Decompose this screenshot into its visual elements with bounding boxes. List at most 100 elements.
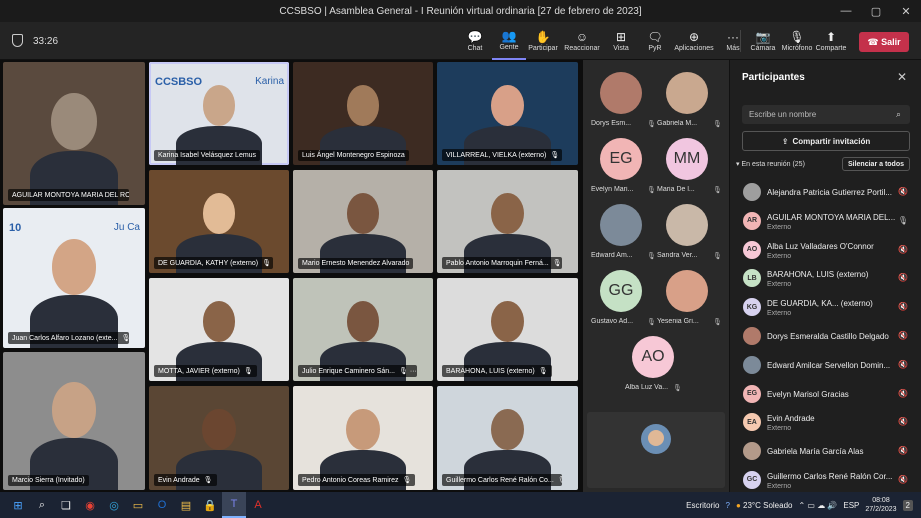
task-view-icon[interactable]: ❏ (54, 492, 78, 518)
teams-icon[interactable]: T (222, 492, 246, 518)
participant-row[interactable]: Gabriela María García Alas 🔇 (730, 437, 921, 466)
video-tile[interactable]: Julio Enrique Caminero Sán... 🎙 ··· (293, 278, 433, 381)
camera-label: Cámara (750, 45, 776, 52)
participant-row[interactable]: EG Evelyn Marisol Gracias 🔇 (730, 380, 921, 409)
edge-icon[interactable]: ◎ (102, 492, 126, 518)
video-tile[interactable]: BARAHONA, LUIS (externo) 🎙 (437, 278, 578, 381)
self-view-tile[interactable] (587, 412, 725, 488)
share-button[interactable]: ⬆ Comparte (814, 22, 848, 60)
search-icon[interactable]: ⌕ (30, 492, 54, 518)
participant-search-input[interactable] (742, 105, 910, 124)
leave-button[interactable]: ☎ Salir (859, 32, 909, 52)
mic-status-icon: 🔇 (898, 330, 908, 340)
lock-icon[interactable]: 🔒 (198, 492, 222, 518)
notification-badge[interactable]: 2 (902, 499, 913, 511)
raise-hand-button[interactable]: ✋ Participar (526, 22, 560, 60)
video-tile[interactable]: VILLARREAL, VIELKA (externo) 🎙 (437, 62, 578, 165)
meeting-tools: 💬 Chat 👥 Gente ✋ Participar ☺ Reaccionar ⊞ Vi… (458, 22, 750, 60)
desktop-label[interactable]: Escritorio (686, 501, 719, 510)
video-tile[interactable]: Guillermo Carlos René Ralón Co... 🎙 (437, 386, 578, 490)
participant-row[interactable]: Dorys Esmeralda Castillo Delgado 🔇 (730, 322, 921, 351)
participant-name: Alba Luz Valladares O'Connor (767, 241, 874, 251)
video-tile[interactable]: Mario Ernesto Menendez Alvarado (293, 170, 433, 273)
participant-avatar-tile[interactable]: Sandra Ver... 🎙 (649, 202, 729, 268)
meeting-timer: 33:26 (33, 36, 59, 47)
help-icon[interactable]: ? (725, 501, 729, 510)
mute-all-button[interactable]: Silenciar a todos (842, 157, 910, 171)
participant-row[interactable]: KG DE GUARDIA, KA... (externo) Externo 🔇 (730, 293, 921, 322)
apps-label: Aplicaciones (674, 45, 714, 52)
participant-avatar-tile[interactable]: MM Maria De l... 🎙 (649, 136, 729, 202)
video-tile[interactable]: DE GUARDIA, KATHY (externo) 🎙 (149, 170, 289, 273)
participant-face (491, 300, 524, 342)
title-bar: CCSBSO | Asamblea General - I Reunión vi… (0, 0, 921, 22)
video-tile[interactable]: Luis Ángel Montenegro Espinoza (293, 62, 433, 165)
camera-off-icon: 📷 (755, 30, 771, 44)
participant-name-label: Julio Enrique Caminero Sán... 🎙 ··· (298, 365, 417, 377)
background-logo: 10 (9, 222, 22, 234)
avatar (743, 355, 761, 374)
participant-name-label: Guillermo Carlos René Ralón Co... 🎙 (442, 474, 562, 486)
video-tile[interactable]: Evin Andrade 🎙 (149, 386, 289, 490)
participant-row[interactable]: EA Evin Andrade Externo 🔇 (730, 408, 921, 437)
participant-row[interactable]: LB BARAHONA, LUIS (externo) Externo 🔇 (730, 264, 921, 293)
video-tile[interactable]: Pablo Antonio Marroquin Ferná... 🎙 (437, 170, 578, 273)
file-explorer-icon[interactable]: ▭ (126, 492, 150, 518)
avatar (743, 442, 761, 461)
participant-avatar-tile[interactable]: Yesenia Gri... 🎙 (649, 268, 729, 334)
video-tile[interactable]: AGUILAR MONTOYA MARIA DEL RO...🎙 (3, 62, 145, 205)
video-tile[interactable]: Marcio Sierra (Invitado) (3, 352, 145, 490)
camera-button[interactable]: 📷 Cámara (746, 22, 780, 60)
close-window-button[interactable]: ✕ (891, 0, 921, 22)
weather-widget[interactable]: ● 23°C Soleado (736, 501, 793, 510)
qna-button[interactable]: 🗨 PyR (638, 22, 672, 60)
video-tile[interactable]: Pedro Antonio Coreas Ramirez 🎙 (293, 386, 433, 490)
participant-name: Alejandra Patricia Gutierrez Portil... (767, 188, 892, 197)
mic-status-icon: 🔇 (898, 244, 908, 254)
participant-row[interactable]: AO Alba Luz Valladares O'Connor Externo 🔇 (730, 236, 921, 265)
avatar: EA (743, 413, 761, 432)
chrome-icon[interactable]: ◉ (78, 492, 102, 518)
acrobat-icon[interactable]: A (246, 492, 270, 518)
avatar: AO (743, 240, 761, 259)
react-button[interactable]: ☺ Reaccionar (560, 22, 604, 60)
mic-status-icon: 🔇 (898, 417, 908, 427)
background-brand-text: Karina (255, 76, 284, 87)
search-icon[interactable]: ⌕ (896, 109, 901, 120)
participant-avatar-tile[interactable]: AO Alba Luz Va... 🎙 (583, 334, 729, 400)
share-invite-button[interactable]: ⇪ Compartir invitación (742, 131, 910, 151)
files-icon[interactable]: ▤ (174, 492, 198, 518)
start-icon[interactable]: ⊞ (6, 492, 30, 518)
close-icon[interactable]: ✕ (897, 70, 907, 84)
people-icon: 👥 (501, 29, 517, 43)
participant-row[interactable]: Alejandra Patricia Gutierrez Portil... 🔇 (730, 178, 921, 207)
in-meeting-header[interactable]: ▾ En esta reunión (25) (736, 160, 805, 168)
participant-name: AGUILAR MONTOYA MARIA DEL RO... (12, 191, 129, 199)
participant-avatar-tile[interactable]: Gabriela M... 🎙 (649, 70, 729, 136)
chat-button[interactable]: 💬 Chat (458, 22, 492, 60)
maximize-button[interactable]: ▢ (861, 0, 891, 22)
video-tile[interactable]: MOTTA, JAVIER (externo) 🎙 (149, 278, 289, 381)
video-tile[interactable]: 10 Ju Ca Juan Carlos Alfaro Lozano (exte..… (3, 208, 145, 348)
outlook-icon[interactable]: O (150, 492, 174, 518)
more-button[interactable]: ··· Más (716, 22, 750, 60)
view-button[interactable]: ⊞ Vista (604, 22, 638, 60)
system-clock[interactable]: 08:08 27/2/2023 (865, 496, 896, 514)
minimize-button[interactable]: — (831, 0, 861, 22)
language-indicator[interactable]: ESP (843, 501, 859, 510)
participant-name: Marcio Sierra (Invitado) (12, 477, 85, 484)
avatar-name: Edward Am... (591, 252, 633, 259)
apps-button[interactable]: ⊕ Aplicaciones (672, 22, 716, 60)
participant-name: BARAHONA, LUIS (externo) (446, 367, 535, 375)
microphone-button[interactable]: 🎙 Micrófono (780, 22, 814, 60)
mic-off-icon: 🎙 (552, 260, 562, 267)
participant-name: Karina Isabel Velásquez Lemus (158, 152, 257, 159)
avatar-name: Gabriela M... (657, 120, 698, 127)
people-button[interactable]: 👥 Gente (492, 22, 526, 60)
mic-off-icon: 🎙 ··· (399, 368, 417, 375)
participant-row[interactable]: AR AGUILAR MONTOYA MARIA DEL... Externo 🎙 (730, 207, 921, 236)
tray-icons[interactable]: ⌃ ▭ ☁ 🔊 (798, 501, 837, 510)
participant-row[interactable]: Edward Amilcar Servellon Domin... 🔇 (730, 351, 921, 380)
participant-row[interactable]: GC Guillermo Carlos René Ralón Cor... Exte… (730, 466, 921, 495)
video-tile[interactable]: CCSBSO Karina Karina Isabel Velásquez Lemu… (149, 62, 289, 165)
